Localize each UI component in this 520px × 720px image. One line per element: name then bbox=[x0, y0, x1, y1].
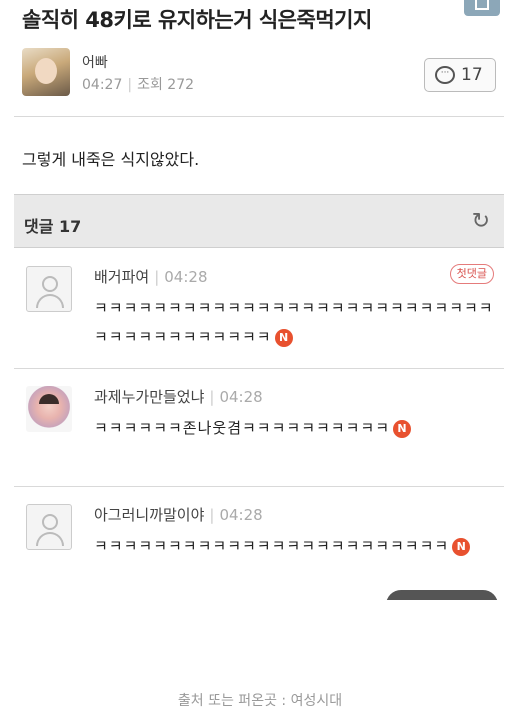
new-badge-icon: N bbox=[452, 537, 471, 556]
post-time: 04:27 bbox=[82, 77, 123, 93]
comment-text: ㅋㅋㅋㅋㅋㅋ존나웃겸ㅋㅋㅋㅋㅋㅋㅋㅋㅋㅋ bbox=[94, 419, 391, 437]
comment-time: 04:28 bbox=[219, 388, 263, 406]
comment-text-block: ㅋㅋㅋㅋㅋㅋㅋㅋㅋㅋㅋㅋㅋㅋㅋㅋㅋㅋㅋㅋㅋㅋㅋㅋㅋㅋㅋㅋㅋㅋㅋㅋㅋㅋㅋㅋㅋㅋㅋ N bbox=[94, 294, 494, 352]
floating-button[interactable] bbox=[386, 590, 498, 600]
default-avatar-icon[interactable] bbox=[26, 504, 72, 550]
post-screenshot: 솔직히 48키로 유지하는거 식은죽먹기지 어빠 04:27 | 조회 272 ··… bbox=[14, 0, 504, 600]
post-views: 조회 272 bbox=[137, 77, 195, 93]
author-name[interactable]: 어빠 bbox=[82, 52, 108, 72]
refresh-icon[interactable]: ↻ bbox=[472, 209, 490, 234]
new-badge-icon: N bbox=[274, 328, 293, 347]
comment-author[interactable]: 과제누가만들었냐 bbox=[94, 388, 204, 406]
comment-count-button[interactable]: ··· 17 bbox=[424, 58, 496, 92]
comment-text: ㅋㅋㅋㅋㅋㅋㅋㅋㅋㅋㅋㅋㅋㅋㅋㅋㅋㅋㅋㅋㅋㅋㅋㅋㅋㅋㅋㅋㅋㅋㅋㅋㅋㅋㅋㅋㅋㅋㅋ bbox=[94, 299, 494, 346]
author-block: 어빠 04:27 | 조회 272 ··· 17 bbox=[22, 46, 502, 106]
author-avatar[interactable] bbox=[22, 48, 70, 96]
first-comment-badge: 첫댓글 bbox=[449, 264, 494, 284]
source-caption: 출처 또는 퍼온곳 : 여성시대 bbox=[177, 693, 343, 709]
meta-separator: | bbox=[209, 506, 215, 524]
comment-author[interactable]: 아그러니까말이야 bbox=[94, 506, 204, 524]
comment-text-block: ㅋㅋㅋㅋㅋㅋ존나웃겸ㅋㅋㅋㅋㅋㅋㅋㅋㅋㅋ N bbox=[94, 414, 494, 443]
comment-time: 04:28 bbox=[164, 268, 208, 286]
post-body: 그렇게 내죽은 식지않았다. bbox=[22, 150, 200, 169]
comment-author[interactable]: 배거파여 bbox=[94, 268, 149, 286]
divider bbox=[14, 368, 504, 369]
comment-item: 배거파여 | 04:28 첫댓글 ㅋㅋㅋㅋㅋㅋㅋㅋㅋㅋㅋㅋㅋㅋㅋㅋㅋㅋㅋㅋㅋㅋㅋㅋㅋ… bbox=[14, 252, 504, 362]
default-avatar-icon[interactable] bbox=[26, 266, 72, 312]
divider bbox=[14, 486, 504, 487]
comment-author-line: 과제누가만들었냐 | 04:28 bbox=[94, 386, 263, 407]
comments-header: 댓글 17 ↻ bbox=[14, 194, 504, 248]
post-title: 솔직히 48키로 유지하는거 식은죽먹기지 bbox=[22, 8, 372, 32]
comment-author-line: 배거파여 | 04:28 bbox=[94, 266, 208, 287]
meta-separator: | bbox=[154, 268, 160, 286]
comment-item: 과제누가만들었냐 | 04:28 ㅋㅋㅋㅋㅋㅋ존나웃겸ㅋㅋㅋㅋㅋㅋㅋㅋㅋㅋ N bbox=[14, 372, 504, 482]
comment-item: 아그러니까말이야 | 04:28 ㅋㅋㅋㅋㅋㅋㅋㅋㅋㅋㅋㅋㅋㅋㅋㅋㅋㅋㅋㅋㅋㅋㅋㅋ N bbox=[14, 490, 504, 600]
comments-label: 댓글 17 bbox=[24, 217, 82, 236]
new-badge-icon: N bbox=[393, 419, 412, 438]
comment-count: 17 bbox=[461, 65, 483, 85]
bookmark-icon[interactable] bbox=[464, 0, 500, 16]
divider bbox=[14, 116, 504, 117]
post-meta: 04:27 | 조회 272 bbox=[82, 74, 194, 94]
comment-time: 04:28 bbox=[219, 506, 263, 524]
comment-bubble-icon: ··· bbox=[435, 66, 455, 84]
user-avatar[interactable] bbox=[26, 386, 72, 432]
meta-separator: | bbox=[209, 388, 215, 406]
comment-text-block: ㅋㅋㅋㅋㅋㅋㅋㅋㅋㅋㅋㅋㅋㅋㅋㅋㅋㅋㅋㅋㅋㅋㅋㅋ N bbox=[94, 532, 494, 561]
comment-author-line: 아그러니까말이야 | 04:28 bbox=[94, 504, 263, 525]
comment-text: ㅋㅋㅋㅋㅋㅋㅋㅋㅋㅋㅋㅋㅋㅋㅋㅋㅋㅋㅋㅋㅋㅋㅋㅋ bbox=[94, 537, 450, 555]
meta-separator: | bbox=[127, 77, 133, 93]
